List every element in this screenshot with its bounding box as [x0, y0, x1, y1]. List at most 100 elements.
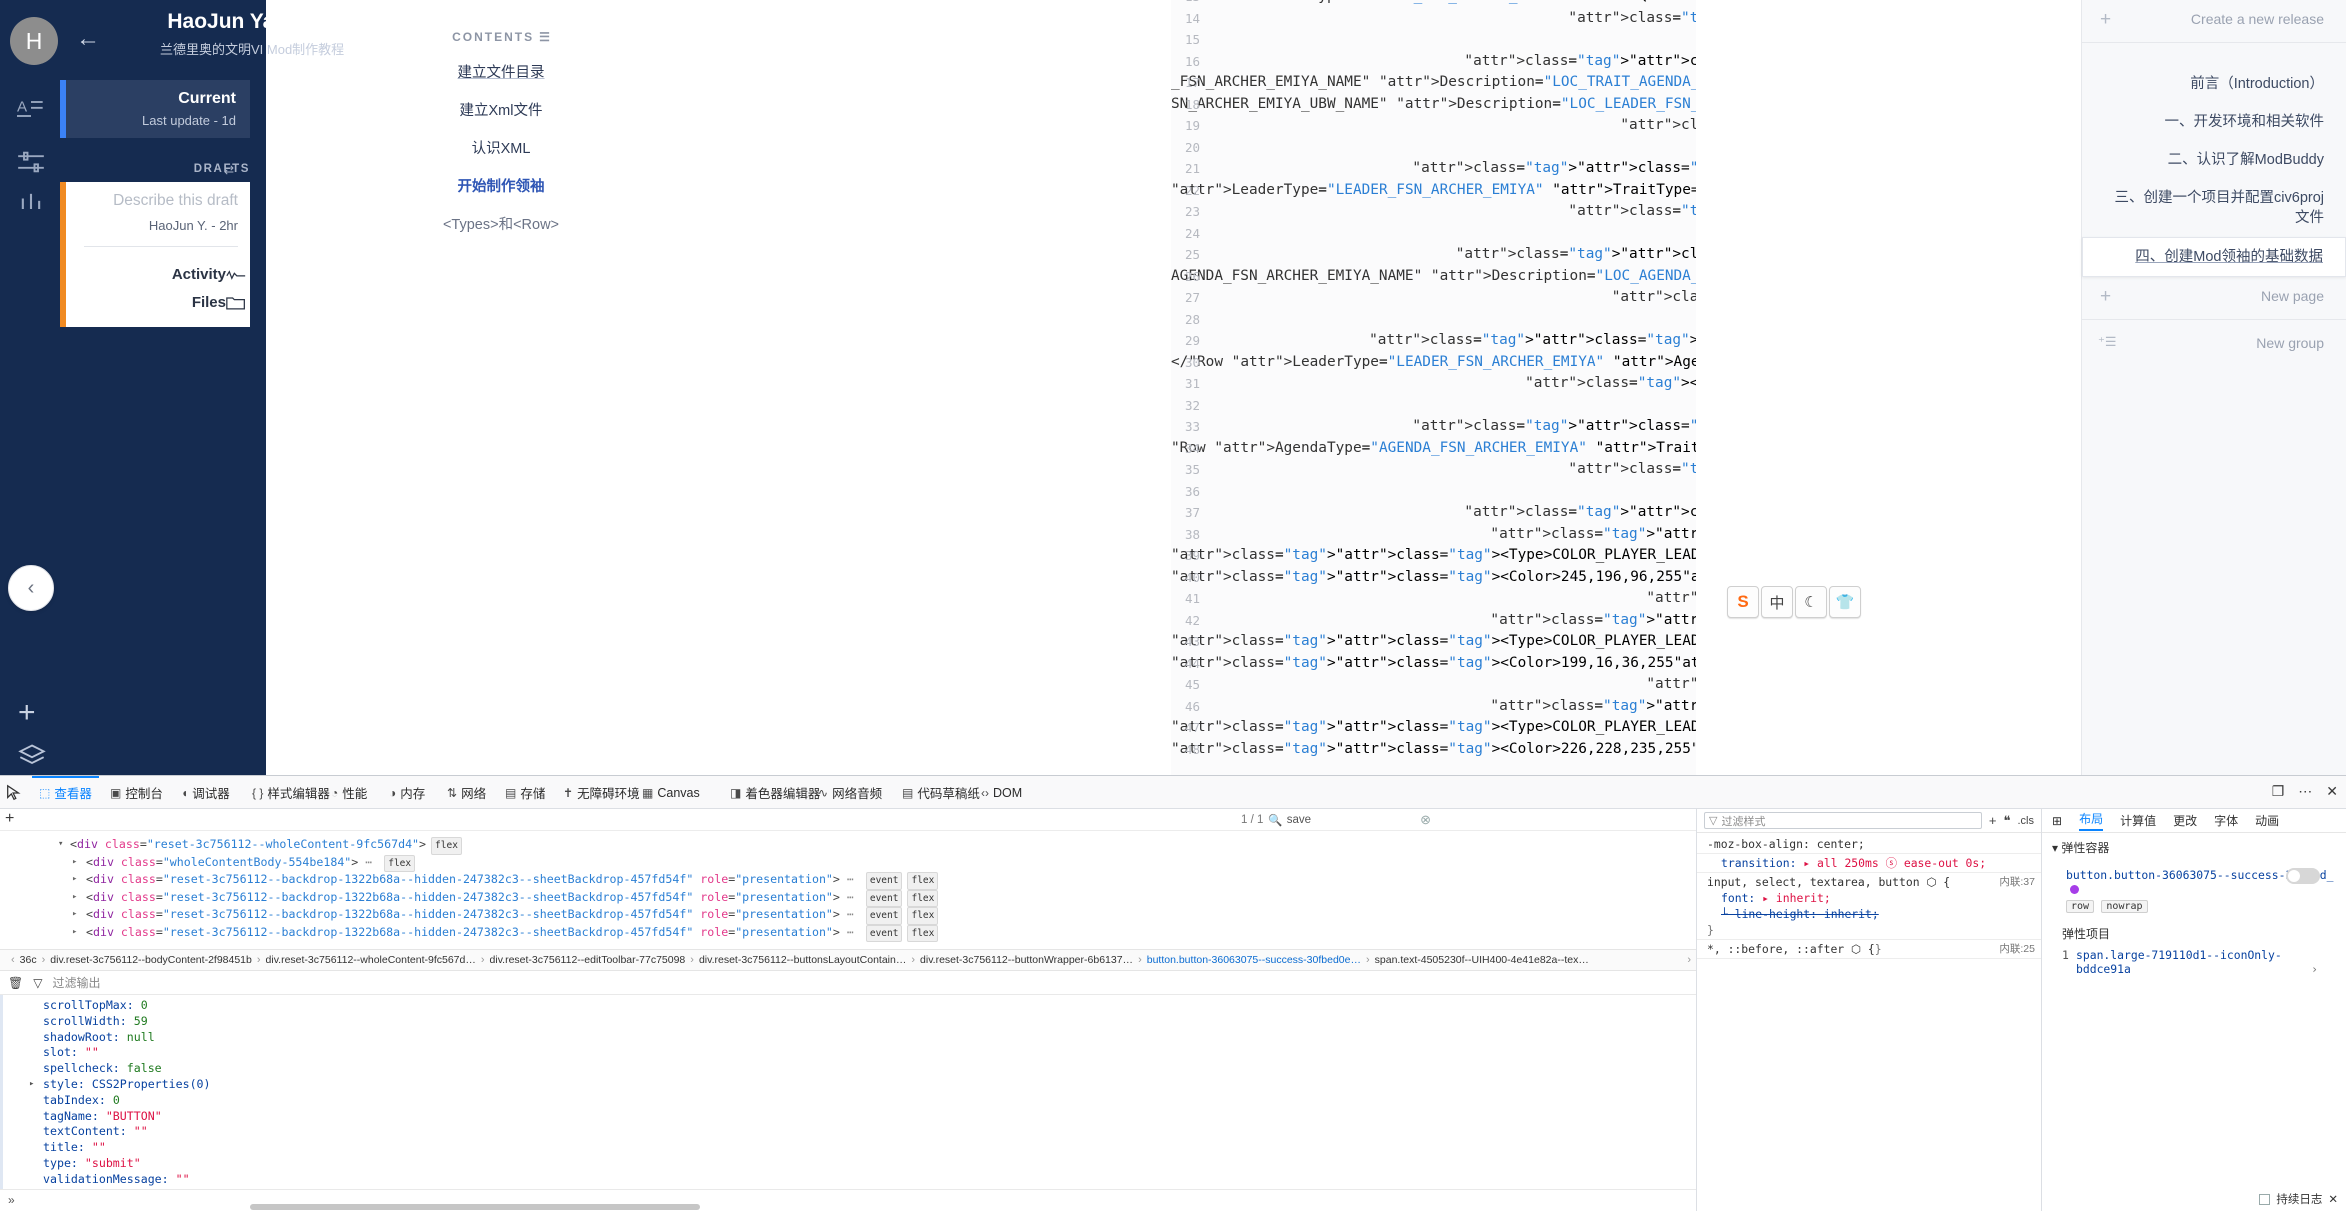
- element-picker-icon[interactable]: [5, 784, 23, 802]
- funnel-icon[interactable]: ▽: [33, 976, 42, 990]
- breadcrumb-item[interactable]: div.reset-3c756112--buttonsLayoutContain…: [699, 954, 906, 966]
- rule-selector[interactable]: input, select, textarea, button ⬡ {: [1707, 875, 1950, 889]
- close-icon[interactable]: ✕: [2328, 1192, 2338, 1206]
- drafts-sort-icon[interactable]: ⇄: [224, 163, 234, 177]
- breadcrumb-scroll-left[interactable]: ‹: [11, 954, 15, 966]
- layout-tab-布局[interactable]: 布局: [2079, 810, 2103, 831]
- contents-item-4[interactable]: <Types>和<Row>: [266, 213, 736, 234]
- sogou-ime-toolbar[interactable]: S 中 ☾ 👕: [1727, 586, 1861, 620]
- badge-flex[interactable]: flex: [907, 872, 939, 890]
- rule-selector[interactable]: *, ::before, ::after ⬡ {: [1707, 942, 1875, 956]
- devtools-tab-accessibility[interactable]: ✝ 无障碍环境: [556, 776, 647, 809]
- draft-description-input[interactable]: Describe this draft: [113, 192, 238, 210]
- markup-search[interactable]: 1 / 1 🔍 save ⊗: [1241, 811, 1431, 829]
- css-rule[interactable]: 内联:37 input, select, textarea, button ⬡ {…: [1697, 873, 2041, 940]
- twisty-icon[interactable]: ▸: [72, 855, 77, 871]
- layout-tabbar[interactable]: ⊞ 布局 计算值 更改 字体 动画: [2042, 809, 2346, 833]
- css-property[interactable]: transition: ▸ all 250ms ⓢ ease-out 0s;: [1707, 855, 2035, 871]
- create-release-button[interactable]: + Create a new release: [2082, 0, 2346, 38]
- code-block[interactable]: 13ow "attr">LeaderType="LEADER_FSN_ARCHE…: [1171, 0, 1696, 775]
- dom-tree[interactable]: ▾ <div class="reset-3c756112--wholeConten…: [0, 831, 1696, 943]
- devtools-tab-inspector[interactable]: ⬚ 查看器: [32, 776, 99, 809]
- flex-color-swatch[interactable]: [2070, 885, 2079, 895]
- twisty-icon[interactable]: ▸: [72, 925, 77, 941]
- badge-event[interactable]: event: [865, 872, 903, 890]
- css-property[interactable]: font: ▸ inherit;: [1707, 890, 2035, 906]
- dom-node[interactable]: ▸ <div class="reset-3c756112--backdrop-13…: [0, 924, 1696, 942]
- badge-event[interactable]: event: [865, 889, 903, 907]
- badge-flex[interactable]: flex: [907, 924, 939, 942]
- add-rule-icon[interactable]: +: [1989, 813, 1997, 828]
- breadcrumb-item[interactable]: 36c: [20, 954, 37, 966]
- devtools-tab-network[interactable]: ⇅ 网络: [440, 776, 493, 809]
- close-devtools-icon[interactable]: ✕: [2326, 783, 2338, 800]
- toggle-classes-button[interactable]: .cls: [2018, 815, 2035, 827]
- badge-flex[interactable]: flex: [907, 889, 939, 907]
- rule-source[interactable]: 内联:37: [1999, 874, 2035, 890]
- rule-selector[interactable]: -moz-box-align: center;: [1707, 837, 1865, 851]
- devtools-tab-memory[interactable]: ◑ 内存: [382, 776, 432, 809]
- search-input-box[interactable]: 🔍 save: [1268, 813, 1415, 827]
- plus-icon[interactable]: +: [18, 698, 36, 728]
- badge-flex[interactable]: flex: [431, 837, 462, 855]
- devtools-tab-performance[interactable]: ◔ 性能: [324, 776, 374, 809]
- flex-item-selector[interactable]: span.large-719110d1--iconOnly-bddce91a: [2076, 948, 2282, 976]
- breadcrumb-item[interactable]: span.text-4505230f--UIH400-4e41e82a--tex…: [1375, 954, 1589, 966]
- badge-flex[interactable]: flex: [384, 854, 416, 872]
- layers-icon[interactable]: [18, 742, 46, 775]
- chevron-right-icon[interactable]: ›: [2311, 962, 2318, 976]
- twisty-icon[interactable]: ▸: [72, 890, 77, 906]
- devtools-tabbar[interactable]: ❐ ⋯ ✕ ⬚ 查看器 ▣ 控制台 ◖ 调试器{ } 样式编辑器 ◔ 性能 ◑ 内存 ⇅ 网络 ▤ 存储 ✝ 无…: [0, 776, 2346, 809]
- layout-tab-计算值[interactable]: 计算值: [2120, 812, 2156, 829]
- persist-log-checkbox[interactable]: [2259, 1193, 2271, 1205]
- dom-node[interactable]: ▸ <div class="wholeContentBody-554be184">…: [0, 854, 1696, 872]
- bar-chart-icon[interactable]: [16, 188, 52, 218]
- current-version-card[interactable]: Current Last update - 1d: [60, 80, 250, 138]
- sidebar-toc-item-3[interactable]: 三、创建一个项目并配置civ6proj文件: [2082, 179, 2346, 237]
- devtools-tab-storage[interactable]: ▤ 存储: [498, 776, 552, 809]
- devtools-tab-dom[interactable]: ‹› DOM: [974, 776, 1029, 809]
- prev-page-button[interactable]: ‹: [8, 565, 54, 611]
- panel-expand-icon[interactable]: ⊞: [2052, 814, 2062, 828]
- flex-item-row[interactable]: 1 span.large-719110d1--iconOnly-bddce91a…: [2062, 942, 2326, 976]
- flex-container-heading[interactable]: ▾ 弹性容器: [2052, 839, 2336, 856]
- devtools-window-controls[interactable]: ❐ ⋯ ✕: [2272, 783, 2338, 800]
- sidebar-toc-item-1[interactable]: 一、开发环境和相关软件: [2082, 103, 2346, 141]
- breadcrumb-item[interactable]: div.reset-3c756112--buttonWrapper-6b6137…: [920, 954, 1133, 966]
- sidebar-toc-item-4[interactable]: 四、创建Mod领袖的基础数据: [2082, 237, 2346, 277]
- draft-activity-button[interactable]: Activity: [172, 266, 246, 283]
- console-toolbar[interactable]: 🗑 ▽ 过滤输出: [0, 971, 1696, 995]
- console-filter-input[interactable]: 过滤输出: [52, 974, 100, 991]
- twisty-icon[interactable]: ▸: [29, 1077, 34, 1093]
- back-arrow-icon[interactable]: ←: [76, 27, 106, 52]
- contents-item-2[interactable]: 认识XML: [266, 137, 736, 158]
- css-rule[interactable]: -moz-box-align: center;: [1697, 835, 2041, 854]
- draft-card[interactable]: Describe this draft HaoJun Y. - 2hr Acti…: [60, 182, 250, 327]
- css-property[interactable]: └ line-height: inherit;: [1707, 906, 2035, 922]
- new-page-button[interactable]: + New page: [2082, 277, 2346, 315]
- trash-icon[interactable]: 🗑: [8, 976, 23, 990]
- devtools-tab-debugger[interactable]: ◖ 调试器: [174, 776, 237, 809]
- new-group-button[interactable]: ⁺☰ New group: [2082, 324, 2346, 362]
- sidebar-toc-item-2[interactable]: 二、认识了解ModBuddy: [2082, 141, 2346, 179]
- layout-tab-字体[interactable]: 字体: [2214, 812, 2238, 829]
- breadcrumb-item[interactable]: div.reset-3c756112--wholeContent-9fc567d…: [266, 954, 476, 966]
- css-rules-list[interactable]: -moz-box-align: center; transition: ▸ all…: [1697, 833, 2041, 1211]
- contents-item-1[interactable]: 建立Xml文件: [266, 99, 736, 120]
- badge-flex[interactable]: flex: [907, 907, 939, 925]
- breadcrumb[interactable]: ‹ 36c › div.reset-3c756112--bodyContent-2f9…: [0, 949, 1696, 971]
- layout-tab-动画[interactable]: 动画: [2255, 812, 2279, 829]
- avatar[interactable]: H: [10, 17, 58, 65]
- css-rule[interactable]: 内联:25 *, ::before, ::after ⬡ {}: [1697, 940, 2041, 959]
- flex-container-row[interactable]: button.button-36063075--success-30fbed_ …: [2052, 864, 2336, 917]
- badge-event[interactable]: event: [865, 907, 903, 925]
- breadcrumb-item[interactable]: div.reset-3c756112--editToolbar-77c75098: [490, 954, 686, 966]
- devtools-tab-web-audio[interactable]: ∿ 网络音频: [811, 776, 889, 809]
- dom-node[interactable]: ▾ <div class="reset-3c756112--wholeConten…: [0, 837, 1696, 855]
- rule-source[interactable]: 内联:25: [1999, 941, 2035, 957]
- breadcrumb-item[interactable]: button.button-36063075--success-30fbed0e…: [1147, 954, 1361, 966]
- flex-overlay-toggle[interactable]: [2286, 868, 2320, 884]
- clear-search-icon[interactable]: ⊗: [1420, 812, 1431, 828]
- dom-node[interactable]: ▸ <div class="reset-3c756112--backdrop-13…: [0, 889, 1696, 907]
- breadcrumb-scroll-right[interactable]: ›: [1687, 954, 1691, 966]
